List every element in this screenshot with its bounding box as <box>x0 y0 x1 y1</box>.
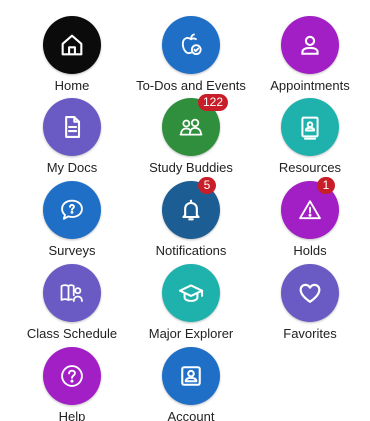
heart-icon <box>281 264 339 322</box>
speech-bubble-icon <box>43 181 101 239</box>
tile-favorites[interactable]: Favorites <box>250 262 370 342</box>
tile-class-schedule[interactable]: Class Schedule <box>12 262 132 342</box>
notification-badge: 122 <box>198 94 229 111</box>
tile-label: Account <box>167 409 215 421</box>
tile-help[interactable]: Help <box>12 345 132 421</box>
tile-label: Holds <box>293 243 327 258</box>
document-icon <box>43 98 101 156</box>
notification-badge: 5 <box>198 177 216 194</box>
apple-check-icon <box>162 16 220 74</box>
tile-label: Resources <box>278 160 342 175</box>
tile-notifications[interactable]: 5 Notifications <box>131 177 251 259</box>
graduation-cap-icon <box>162 264 220 322</box>
book-person-icon <box>43 264 101 322</box>
notification-badge: 1 <box>317 177 335 194</box>
home-icon <box>43 16 101 74</box>
tile-resources[interactable]: Resources <box>250 96 370 176</box>
tile-account[interactable]: Account <box>131 345 251 421</box>
tile-my-docs[interactable]: My Docs <box>12 96 132 176</box>
tile-surveys[interactable]: Surveys <box>12 179 132 259</box>
resources-icon <box>281 98 339 156</box>
account-icon <box>162 347 220 405</box>
person-icon <box>281 16 339 74</box>
tile-home[interactable]: Home <box>12 14 132 94</box>
tile-holds[interactable]: 1 Holds <box>250 177 370 259</box>
tile-appointments[interactable]: Appointments <box>250 14 370 94</box>
help-icon <box>43 347 101 405</box>
app-grid: Home To-Dos and Events Appointments My D… <box>0 0 370 421</box>
tile-study-buddies[interactable]: 122 Study Buddies <box>131 94 251 176</box>
tile-label: Appointments <box>270 78 350 93</box>
tile-label: Favorites <box>283 326 337 341</box>
tile-major-explorer[interactable]: Major Explorer <box>131 262 251 342</box>
tile-todos-events[interactable]: To-Dos and Events <box>131 14 251 94</box>
